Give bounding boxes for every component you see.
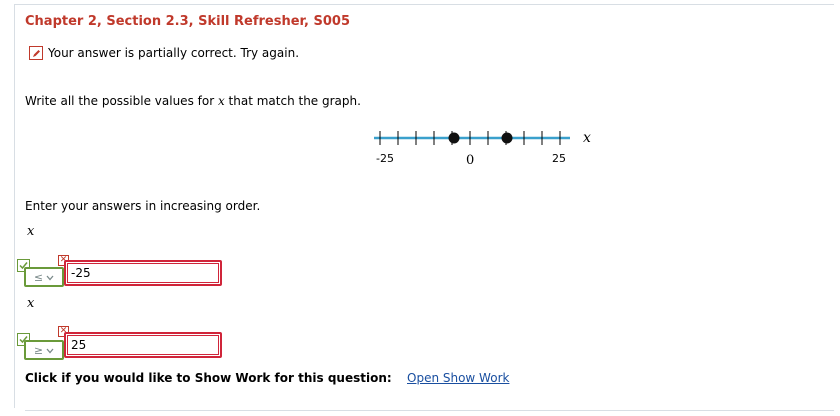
number-line-point-negative <box>448 132 460 144</box>
bottom-divider <box>25 410 834 411</box>
feedback-message: Your answer is partially correct. Try ag… <box>29 46 299 60</box>
number-line-point-positive <box>501 132 513 144</box>
answer2-variable: x <box>27 296 35 311</box>
axis-label-x: x <box>583 130 591 146</box>
question-suffix: that match the graph. <box>224 94 361 108</box>
question-variable: x <box>217 94 225 108</box>
question-text: Write all the possible values for x that… <box>25 94 361 108</box>
pencil-icon <box>29 46 43 60</box>
number-line-svg: -25 0 25 x <box>374 130 591 168</box>
answer1-operator-select[interactable]: ≤ <box>24 267 64 287</box>
chevron-down-icon <box>46 271 54 284</box>
number-line-graph: -25 0 25 x <box>370 124 600 174</box>
answer2-operator: ≥ <box>33 343 44 357</box>
answer2-operator-select[interactable]: ≥ <box>24 340 64 360</box>
answer1-input[interactable]: -25 <box>64 260 222 286</box>
chevron-down-icon <box>46 344 54 357</box>
show-work-prompt: Click if you would like to Show Work for… <box>25 371 392 385</box>
tick-label-left: -25 <box>376 152 394 165</box>
open-show-work-link[interactable]: Open Show Work <box>407 371 509 385</box>
question-prefix: Write all the possible values for <box>25 94 218 108</box>
answer1-variable: x <box>27 224 35 239</box>
tick-label-zero: 0 <box>466 153 474 168</box>
tick-label-right: 25 <box>552 152 566 165</box>
answer2-value: 25 <box>67 335 219 355</box>
feedback-text: Your answer is partially correct. Try ag… <box>48 46 300 60</box>
answer1-operator: ≤ <box>33 270 44 284</box>
answer2-input[interactable]: 25 <box>64 332 222 358</box>
page-title: Chapter 2, Section 2.3, Skill Refresher,… <box>25 14 350 29</box>
instruction-text: Enter your answers in increasing order. <box>25 199 261 213</box>
answer1-value: -25 <box>67 263 219 283</box>
